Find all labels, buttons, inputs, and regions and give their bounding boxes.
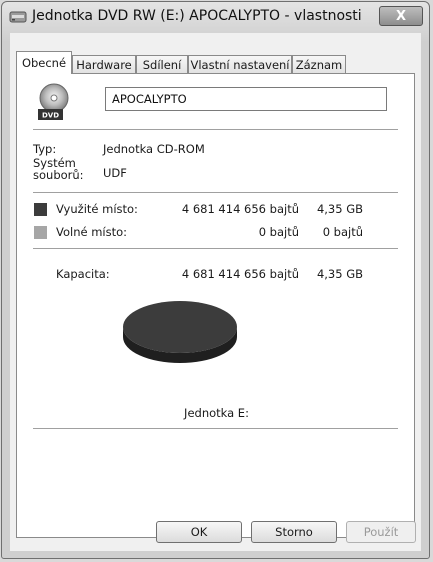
type-value: Jednotka CD-ROM: [103, 142, 205, 156]
tab-general[interactable]: Obecné: [16, 51, 72, 74]
ok-button[interactable]: OK: [156, 521, 242, 543]
general-tab-panel: DVD Typ: Jednotka CD-ROM Systém souborů:…: [16, 73, 415, 538]
close-button[interactable]: X: [379, 6, 423, 26]
tab-customize[interactable]: Vlastní nastavení: [188, 55, 292, 73]
tab-hardware[interactable]: Hardware: [72, 55, 136, 73]
volume-name-input[interactable]: [105, 87, 387, 111]
separator: [33, 192, 398, 193]
tab-sharing[interactable]: Sdílení: [136, 55, 188, 73]
used-space-swatch: [34, 203, 47, 216]
pie-used-slice: [123, 301, 237, 353]
dialog-client-area: Obecné Hardware Sdílení Vlastní nastaven…: [10, 33, 421, 551]
dialog-buttons: OK Storno Použít: [10, 511, 421, 543]
tab-recording[interactable]: Záznam: [292, 55, 346, 73]
filesystem-label-line2: souborů:: [33, 168, 84, 182]
capacity-size: 4,35 GB: [316, 267, 363, 281]
used-space-size: 4,35 GB: [316, 202, 363, 216]
title-bar: Jednotka DVD RW (E:) APOCALYPTO - vlastn…: [2, 2, 429, 32]
used-space-label: Využité místo:: [56, 202, 138, 216]
cancel-button[interactable]: Storno: [251, 521, 337, 543]
apply-button[interactable]: Použít: [346, 521, 416, 543]
separator: [33, 248, 398, 249]
filesystem-label: Systém souborů:: [33, 157, 84, 181]
window-title: Jednotka DVD RW (E:) APOCALYPTO - vlastn…: [32, 8, 362, 24]
free-space-bytes: 0 bajtů: [258, 225, 299, 239]
filesystem-value: UDF: [103, 166, 127, 180]
properties-window: Jednotka DVD RW (E:) APOCALYPTO - vlastn…: [1, 1, 430, 559]
drive-letter-label: Jednotka E:: [184, 406, 249, 420]
capacity-bytes: 4 681 414 656 bajtů: [181, 267, 299, 281]
drive-small-icon: [9, 11, 27, 23]
used-space-bytes: 4 681 414 656 bajtů: [181, 202, 299, 216]
usage-pie-chart: [123, 301, 237, 363]
dvd-icon-label: DVD: [42, 112, 59, 120]
free-space-swatch: [34, 226, 47, 239]
type-label: Typ:: [33, 142, 57, 156]
free-space-size: 0 bajtů: [322, 225, 363, 239]
free-space-label: Volné místo:: [56, 225, 128, 239]
capacity-label: Kapacita:: [56, 267, 110, 281]
dvd-drive-icon: DVD: [35, 83, 73, 123]
separator: [33, 129, 398, 130]
separator: [33, 428, 398, 429]
close-icon: X: [395, 8, 407, 24]
